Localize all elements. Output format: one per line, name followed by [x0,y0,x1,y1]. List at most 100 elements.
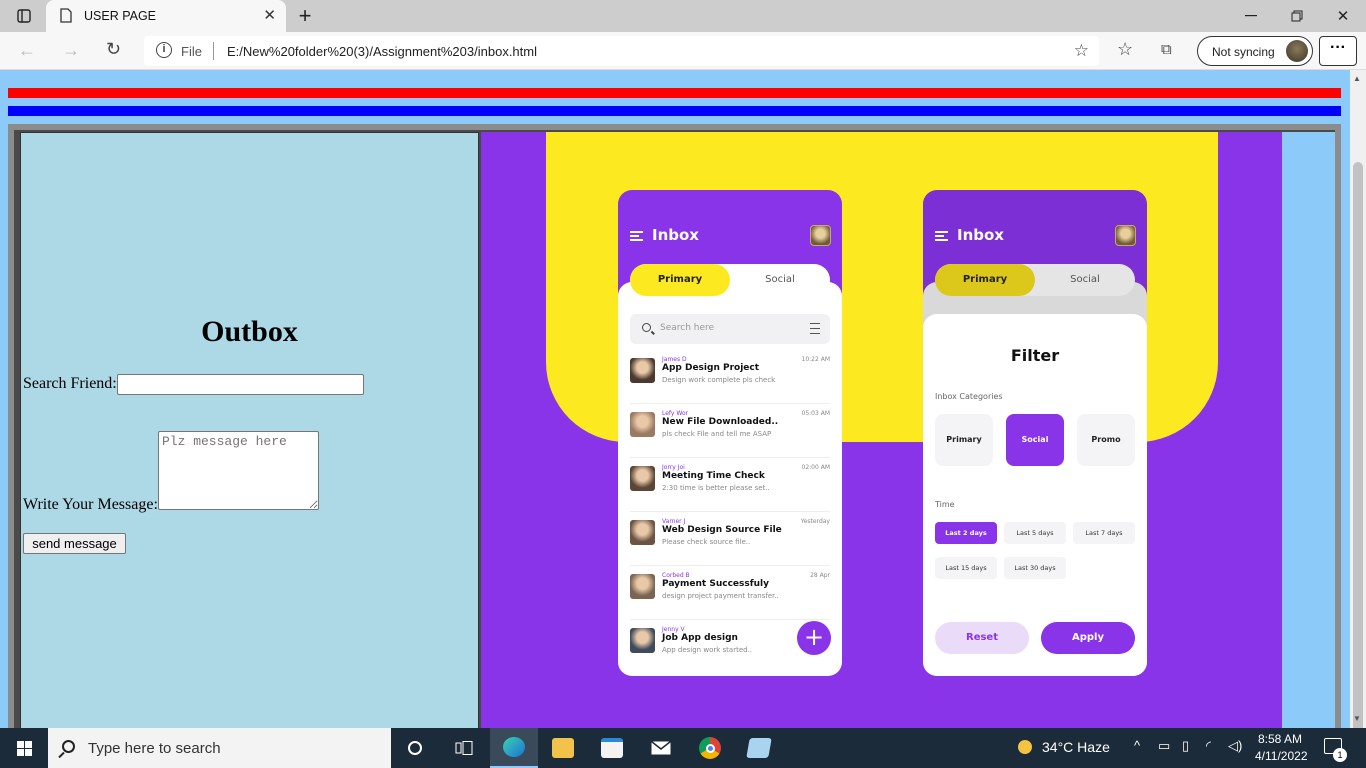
mail-time: 10:22 AM [801,356,830,363]
search-friend-input[interactable] [117,374,364,395]
settings-menu-button[interactable]: ··· [1319,36,1357,66]
collections-icon[interactable]: ⧉ [1161,41,1172,58]
time-chip: Last 5 days [1004,522,1066,544]
mail-subject: App Design Project [662,363,760,373]
mail-subject: Meeting Time Check [662,471,765,481]
category-promo: Promo [1077,414,1135,466]
mail-time: Yesterday [800,518,830,525]
message-label: Write Your Message: [23,496,158,513]
sender-avatar [630,412,655,437]
weather-icon [1018,740,1032,754]
sender-avatar [630,466,655,491]
back-icon[interactable]: ← [18,40,36,61]
mail-subject: Payment Successfuly [662,579,769,589]
inbox-list-body: Search here James D App Design Project Des… [618,282,842,676]
reset-button: Reset [935,622,1029,654]
sender-name: Jenny V [662,626,685,633]
phone-title: Inbox [957,226,1004,244]
mail-search-placeholder: Search here [660,323,715,333]
mail-icon[interactable] [637,728,685,768]
avatar [1115,225,1136,246]
weather-text: 34°C Haze [1042,739,1110,755]
address-bar[interactable]: i File E:/New%20folder%20(3)/Assignment%… [144,36,1099,66]
new-tab-icon[interactable]: + [292,0,318,32]
refresh-icon[interactable]: ↻ [106,39,121,60]
list-item: James D App Design Project Design work com… [630,350,830,404]
list-item: Corbed B Payment Successfuly design projec… [630,566,830,620]
sender-name: James D [662,356,687,363]
clock-date[interactable]: 4/11/2022 [1255,749,1308,763]
address-url[interactable]: E:/New%20folder%20(3)/Assignment%203/inb… [227,44,537,59]
tab-social: Social [1070,274,1100,285]
mail-time: 05:03 AM [801,410,830,417]
send-message-button[interactable]: send message [23,533,126,554]
file-explorer-icon[interactable] [539,728,587,768]
task-view-icon[interactable] [440,728,488,768]
time-label: Time [935,500,955,509]
sender-avatar [630,574,655,599]
avatar [810,225,831,246]
volume-icon[interactable]: ◁) [1228,738,1242,754]
clock-time[interactable]: 8:58 AM [1258,732,1302,746]
minimize-icon[interactable] [1238,0,1264,32]
taskbar-search-placeholder: Type here to search [88,740,221,757]
edge-browser-icon[interactable] [490,728,538,768]
time-chip: Last 7 days [1073,522,1135,544]
info-icon[interactable]: i [156,42,172,58]
weather-widget[interactable]: 34°C Haze [1018,739,1110,755]
cortana-icon[interactable] [391,728,439,768]
notification-count: 1 [1333,748,1347,762]
mail-subject: New File Downloaded.. [662,417,779,427]
mail-subject: Web Design Source File [662,525,782,535]
notepad-icon[interactable] [735,728,783,768]
browser-tab[interactable]: USER PAGE ✕ [46,0,286,32]
outbox-title: Outbox [201,315,298,348]
sender-name: Jorry Joi [662,464,685,471]
tab-title: USER PAGE [84,9,157,23]
outbox-panel: Outbox Search Friend: Write Your Message… [20,132,479,728]
battery-icon[interactable]: ▯ [1182,738,1189,754]
address-separator [213,42,214,60]
mail-tabs: Primary Social [935,264,1135,296]
message-textarea[interactable] [158,431,319,510]
add-favorite-icon[interactable]: ☆ [1074,41,1089,61]
forward-icon[interactable]: → [62,40,80,61]
filter-title: Filter [1010,346,1060,365]
mail-search: Search here [630,314,830,344]
taskbar-search[interactable]: Type here to search [48,728,391,768]
restore-icon[interactable] [1284,0,1310,32]
vertical-scrollbar[interactable]: ▲ ▼ [1350,70,1366,736]
store-icon[interactable] [588,728,636,768]
phone-title: Inbox [652,226,699,244]
menu-icon [630,231,643,241]
scroll-up-icon[interactable]: ▲ [1353,74,1361,83]
search-icon [62,740,75,753]
list-item: Lefy Wor New File Downloaded.. pls check F… [630,404,830,458]
windows-taskbar: Type here to search 34°C Haze ^ ▭ ▯ ◜ ◁)… [0,728,1366,768]
mail-preview: design project payment transfer.. [662,592,779,600]
mail-subject: Job App design [662,633,738,643]
chrome-icon[interactable] [686,728,734,768]
time-chip: Last 2 days [935,522,997,544]
wifi-icon[interactable]: ◜ [1206,738,1211,754]
scrollbar-thumb[interactable] [1353,162,1363,736]
favorites-icon[interactable]: ☆ [1117,39,1133,60]
mail-preview: pls check File and tell me ASAP [662,430,772,438]
filter-sheet: Filter Inbox Categories Primary Social P… [923,314,1147,676]
start-button[interactable] [0,728,48,768]
tab-actions-icon[interactable] [12,0,36,32]
show-hidden-icons[interactable]: ^ [1134,738,1140,753]
meet-now-icon[interactable]: ▭ [1158,738,1170,754]
profile-sync-button[interactable]: Not syncing [1197,36,1313,66]
windows-logo-icon [17,741,32,756]
tab-primary: Primary [630,264,730,296]
category-primary: Primary [935,414,993,466]
tab-primary: Primary [935,264,1035,296]
mail-preview: Design work complete pls check [662,376,776,384]
close-window-icon[interactable]: ✕ [1330,0,1356,32]
address-scheme: File [181,44,202,59]
scroll-down-icon[interactable]: ▼ [1353,714,1361,723]
close-tab-icon[interactable]: ✕ [263,6,276,24]
inbox-phone-mockup: Inbox Search here James D App Design Proj… [618,190,842,676]
search-friend-label: Search Friend: [23,375,117,392]
